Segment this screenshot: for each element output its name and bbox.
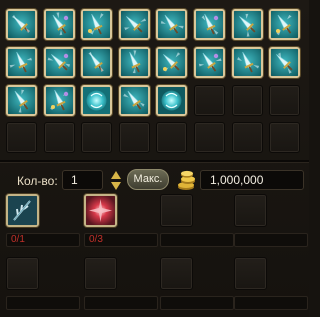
material-count-bar: 0/3 bbox=[84, 233, 158, 247]
dual-blade-weapon-icon-art bbox=[8, 48, 35, 76]
crystal-weapon-icon-art bbox=[158, 86, 186, 114]
trident-weapon-icon[interactable] bbox=[43, 46, 75, 78]
cannon-weapon-icon-art bbox=[8, 86, 35, 114]
empty-material-slot[interactable] bbox=[160, 257, 193, 290]
staff-weapon-icon[interactable] bbox=[194, 9, 225, 40]
trident-weapon-icon-art bbox=[45, 48, 73, 76]
empty-material-slot[interactable] bbox=[234, 194, 267, 227]
stepper-up-icon[interactable] bbox=[111, 171, 121, 179]
spear-weapon-icon-art bbox=[233, 11, 261, 38]
material-count-bar bbox=[160, 233, 234, 247]
blade-weapon-icon[interactable] bbox=[6, 9, 37, 40]
section-divider bbox=[0, 160, 309, 162]
scythe-weapon-icon-art bbox=[120, 11, 148, 38]
material-count-bar bbox=[160, 296, 234, 310]
empty-inventory-slot[interactable] bbox=[194, 122, 225, 154]
halberd-weapon-icon[interactable] bbox=[194, 46, 225, 78]
orb-weapon-icon[interactable] bbox=[81, 84, 113, 116]
quantity-stepper[interactable] bbox=[110, 171, 122, 190]
quantity-input[interactable]: 1 bbox=[62, 170, 103, 190]
orb-weapon-icon-art bbox=[83, 86, 111, 114]
max-button[interactable]: Макс. bbox=[127, 169, 169, 190]
dual-blade-weapon-icon[interactable] bbox=[6, 46, 37, 78]
lance-weapon-icon[interactable] bbox=[269, 46, 301, 78]
greatsword-weapon-icon[interactable] bbox=[156, 46, 188, 78]
empty-inventory-slot[interactable] bbox=[231, 84, 263, 116]
dagger-weapon-icon[interactable] bbox=[43, 9, 75, 40]
bow-weapon-icon[interactable] bbox=[81, 46, 113, 78]
price-field: 1,000,000 bbox=[200, 170, 304, 190]
crossbow-weapon-icon[interactable] bbox=[118, 84, 150, 116]
empty-inventory-slot[interactable] bbox=[269, 122, 301, 154]
crystal-weapon-icon[interactable] bbox=[156, 84, 188, 116]
blade-weapon-icon-art bbox=[8, 11, 35, 38]
wing-weapon-icon[interactable] bbox=[231, 46, 263, 78]
feather-material-icon[interactable] bbox=[6, 194, 39, 227]
empty-inventory-slot[interactable] bbox=[6, 122, 37, 154]
empty-inventory-slot[interactable] bbox=[231, 122, 263, 154]
crossbow-weapon-icon-art bbox=[120, 86, 148, 114]
empty-inventory-slot[interactable] bbox=[194, 84, 225, 116]
red-crystal-material-icon-art bbox=[86, 196, 115, 225]
material-count-bar bbox=[234, 233, 308, 247]
gauntlet-weapon-icon-art bbox=[120, 48, 148, 76]
bow-weapon-icon-art bbox=[83, 48, 111, 76]
cannon-weapon-icon[interactable] bbox=[6, 84, 37, 116]
wing-weapon-icon-art bbox=[233, 48, 261, 76]
claw-weapon-icon[interactable] bbox=[156, 9, 188, 40]
halberd-weapon-icon-art bbox=[196, 48, 223, 76]
hammer-weapon-icon-art bbox=[45, 86, 73, 114]
material-count-bar bbox=[234, 296, 308, 310]
material-count-bar bbox=[84, 296, 158, 310]
axe-weapon-icon[interactable] bbox=[269, 9, 301, 40]
staff-weapon-icon-art bbox=[196, 11, 223, 38]
empty-inventory-slot[interactable] bbox=[156, 122, 188, 154]
empty-material-slot[interactable] bbox=[6, 257, 39, 290]
feather-material-icon-art bbox=[8, 196, 37, 225]
stepper-down-icon[interactable] bbox=[111, 182, 121, 190]
sword-weapon-icon-art bbox=[83, 11, 111, 38]
material-count-bar: 0/1 bbox=[6, 233, 80, 247]
gauntlet-weapon-icon[interactable] bbox=[118, 46, 150, 78]
sword-weapon-icon[interactable] bbox=[81, 9, 113, 40]
hammer-weapon-icon[interactable] bbox=[43, 84, 75, 116]
empty-inventory-slot[interactable] bbox=[269, 84, 301, 116]
empty-material-slot[interactable] bbox=[160, 194, 193, 227]
quantity-label: Кол-во: bbox=[17, 174, 58, 188]
inventory-grid bbox=[6, 9, 306, 164]
dagger-weapon-icon-art bbox=[45, 11, 73, 38]
material-count-bar bbox=[6, 296, 80, 310]
axe-weapon-icon-art bbox=[271, 11, 299, 38]
empty-inventory-slot[interactable] bbox=[118, 122, 150, 154]
red-crystal-material-icon[interactable] bbox=[84, 194, 117, 227]
greatsword-weapon-icon-art bbox=[158, 48, 186, 76]
empty-material-slot[interactable] bbox=[234, 257, 267, 290]
lance-weapon-icon-art bbox=[271, 48, 299, 76]
claw-weapon-icon-art bbox=[158, 11, 186, 38]
craft-window: Кол-во: 1 Макс. 1,000,000 0/1 0/3 bbox=[0, 0, 309, 317]
spear-weapon-icon[interactable] bbox=[231, 9, 263, 40]
empty-inventory-slot[interactable] bbox=[43, 122, 75, 154]
gold-coins-icon bbox=[178, 170, 195, 190]
empty-inventory-slot[interactable] bbox=[81, 122, 113, 154]
scythe-weapon-icon[interactable] bbox=[118, 9, 150, 40]
empty-material-slot[interactable] bbox=[84, 257, 117, 290]
